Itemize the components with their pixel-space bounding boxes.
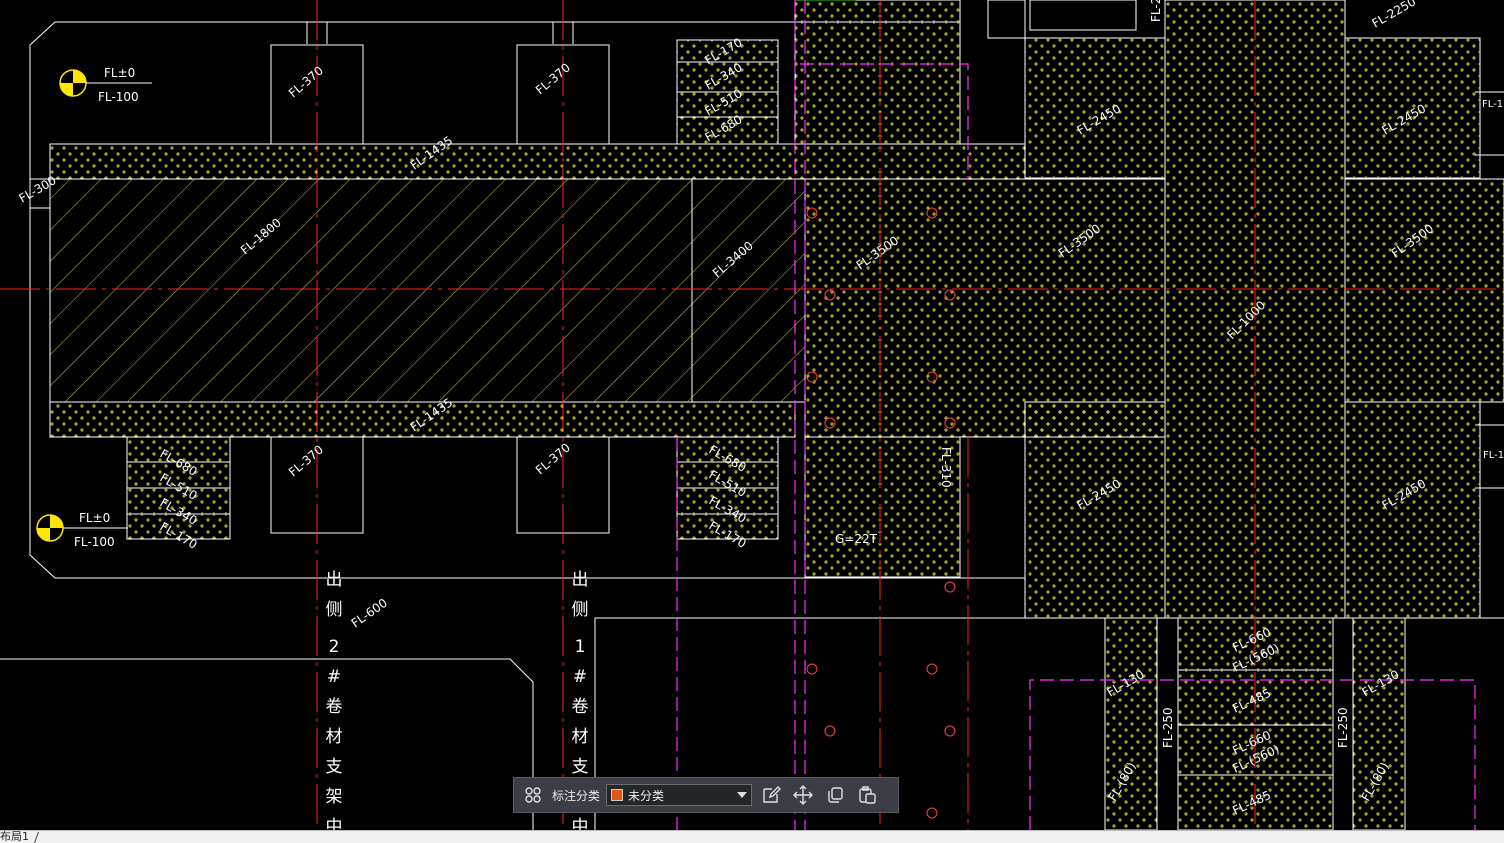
svg-text:#: #: [573, 667, 587, 687]
svg-text:支: 支: [326, 757, 343, 777]
level-marker-2-bottom: FL-100: [74, 535, 115, 549]
dotted-fill-regions: [49, 0, 1504, 831]
edit-icon[interactable]: [758, 782, 784, 808]
label-fl370: FL-370: [286, 442, 326, 479]
level-marker-1-top: FL±0: [104, 66, 135, 80]
svg-text:中: 中: [572, 817, 589, 830]
svg-text:架: 架: [326, 787, 343, 807]
svg-text:支: 支: [572, 757, 589, 777]
svg-text:卷: 卷: [326, 697, 343, 717]
svg-text:材: 材: [326, 727, 343, 747]
svg-text:#: #: [327, 667, 341, 687]
copy-icon[interactable]: [822, 782, 848, 808]
category-color-swatch: [611, 789, 624, 801]
label-fl370: FL-370: [533, 440, 573, 477]
hatched-regions: [49, 178, 806, 403]
level-marker-1-bottom: FL-100: [98, 90, 139, 104]
label-fl250: FL-250: [1161, 707, 1175, 748]
label-fl600: FL-600: [349, 596, 390, 631]
svg-text:2: 2: [329, 637, 340, 657]
selected-category: 未分类: [628, 788, 665, 803]
level-marker-2: FL±0 FL-100: [36, 511, 128, 549]
label-fl250: FL-250: [1336, 707, 1350, 748]
move-icon[interactable]: [790, 782, 816, 808]
label-g22t: G=22T: [835, 532, 878, 546]
svg-text:中: 中: [326, 817, 343, 830]
grid-icon[interactable]: [520, 782, 546, 808]
svg-text:1: 1: [575, 637, 586, 657]
svg-text:出: 出: [572, 570, 589, 590]
svg-text:卷: 卷: [572, 697, 589, 717]
level-marker-1: FL±0 FL-100: [59, 66, 152, 104]
cad-drawing-canvas[interactable]: FL±0 FL-100 FL±0 FL-100 FL-370 FL-370 FL…: [0, 0, 1504, 837]
tab-layout1[interactable]: 布局1: [0, 830, 35, 843]
svg-text:出: 出: [326, 570, 343, 590]
chevron-down-icon: [737, 792, 748, 798]
label-fl2: FL-2: [1149, 0, 1163, 22]
label-fl1: FL-1: [1482, 99, 1503, 110]
annotation-toolbar: 标注分类 未分类: [513, 777, 899, 813]
label-fl370: FL-370: [533, 60, 573, 97]
category-label: 标注分类: [552, 788, 601, 803]
layout-tab-bar: 布局1: [0, 830, 1504, 843]
label-fl310: FL-310: [939, 447, 953, 488]
paste-icon[interactable]: [854, 782, 880, 808]
svg-text:材: 材: [572, 727, 589, 747]
label-fl1: FL-1: [1483, 450, 1504, 461]
level-marker-2-top: FL±0: [79, 511, 110, 525]
label-fl2250: FL-2250: [1370, 0, 1419, 31]
svg-text:侧: 侧: [572, 600, 589, 620]
category-select[interactable]: 未分类: [606, 784, 753, 806]
svg-text:侧: 侧: [326, 600, 343, 620]
label-fl370: FL-370: [286, 63, 326, 100]
cad-drawing[interactable]: FL±0 FL-100 FL±0 FL-100 FL-370 FL-370 FL…: [0, 0, 1504, 837]
vertical-note-left: 出 侧 2 # 卷 材 支 架 中: [326, 570, 343, 837]
